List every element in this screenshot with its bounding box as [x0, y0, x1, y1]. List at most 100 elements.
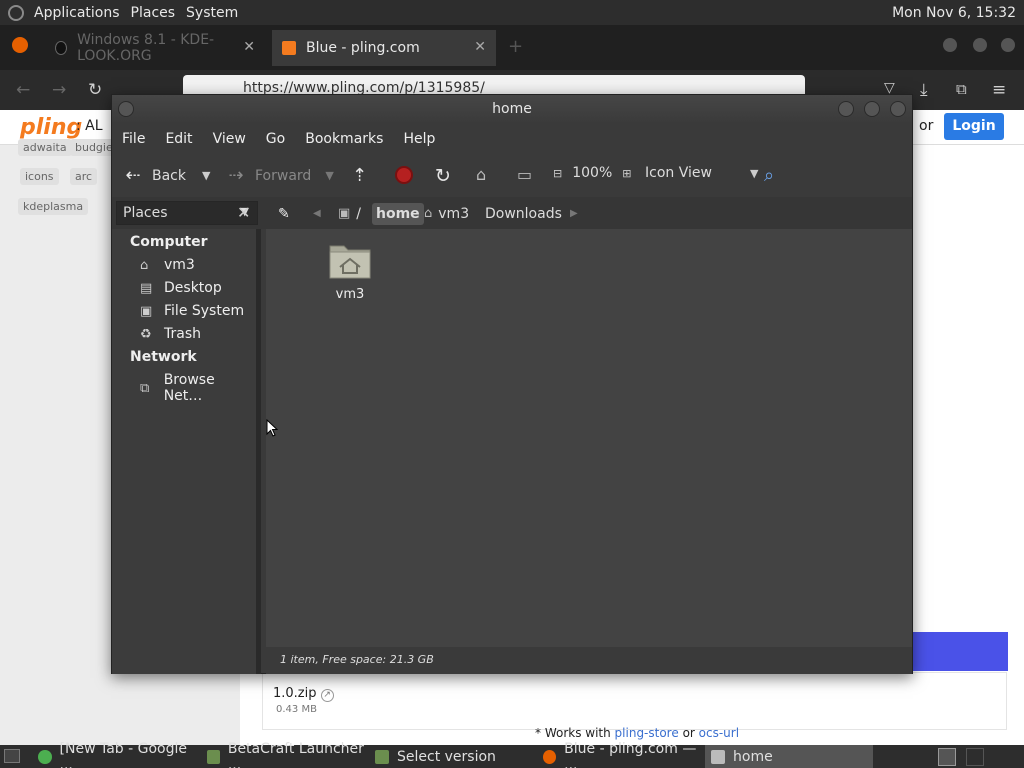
home-folder-icon: ⌂ [140, 257, 149, 273]
sidebar-item-desktop[interactable]: ▤ Desktop [140, 280, 222, 296]
sidebar-item-browse-network[interactable]: ⧉ Browse Net… [140, 372, 256, 404]
window-menu-icon[interactable] [118, 101, 134, 117]
pling-store-link[interactable]: pling-store [615, 726, 679, 740]
forward-arrow-icon[interactable]: → [52, 80, 66, 100]
stop-icon[interactable] [395, 166, 413, 184]
forward-button[interactable]: ⇢ Forward ▼ [225, 165, 333, 186]
task-chrome[interactable]: [New Tab - Google ... [32, 741, 200, 768]
firefox-tab-kde[interactable]: Windows 8.1 - KDE-LOOK.ORG ✕ [45, 30, 265, 66]
mouse-cursor-icon [266, 419, 278, 437]
menu-edit[interactable]: Edit [155, 131, 202, 147]
menu-hamburger-icon[interactable]: ≡ [992, 80, 1006, 100]
path-scroll-right-icon[interactable]: ▶ [566, 203, 582, 225]
distro-logo-icon[interactable] [8, 4, 24, 21]
minimize-icon[interactable] [838, 101, 854, 117]
firefox-icon[interactable] [12, 37, 28, 53]
download-row [262, 672, 1007, 730]
task-betacraft[interactable]: BetaCraft Launcher ... [201, 741, 369, 768]
maximize-icon[interactable] [864, 101, 880, 117]
zoom-control: ⊟ 100% ⊞ [553, 165, 631, 181]
open-link-icon[interactable]: ↗ [320, 689, 334, 702]
firefox-tab-bar: Windows 8.1 - KDE-LOOK.ORG ✕ Blue - plin… [0, 25, 1024, 70]
tag-arc[interactable]: arc [70, 168, 98, 185]
reload-icon[interactable]: ↻ [88, 80, 102, 100]
forward-history-dropdown-icon[interactable]: ▼ [325, 169, 333, 182]
zoom-in-icon[interactable]: ⊞ [622, 167, 631, 180]
task-home[interactable]: home [705, 745, 873, 768]
desktop-folder-icon: ▤ [140, 280, 153, 296]
tab-favicon-icon [282, 41, 296, 55]
close-sidebar-icon[interactable]: ✕ [237, 203, 250, 222]
tag-icons[interactable]: icons [20, 168, 59, 185]
sidebar-item-vm3[interactable]: ⌂ vm3 [140, 257, 195, 273]
downloads-icon[interactable]: ⤓ [920, 80, 928, 100]
close-icon[interactable] [890, 101, 906, 117]
sidebar-item-filesystem[interactable]: ▣ File System [140, 303, 244, 319]
home-icon[interactable]: ⌂ [476, 165, 486, 184]
tab-close-icon[interactable]: ✕ [243, 39, 255, 55]
path-scroll-left-icon[interactable]: ◀ [309, 203, 325, 225]
firefox-icon [543, 749, 557, 764]
view-mode-select[interactable]: Icon View ▼ [645, 165, 758, 181]
window-maximize-icon[interactable] [973, 38, 987, 52]
up-icon[interactable]: ⇡ [352, 165, 367, 186]
tab-close-icon[interactable]: ✕ [474, 39, 486, 55]
places-menu[interactable]: Places [129, 5, 185, 21]
toolbar: ⇠ Back ▼ ⇢ Forward ▼ ⇡ ↻ ⌂ ▭ ⊟ 100% ⊞ Ic… [112, 153, 912, 197]
ocs-url-link[interactable]: ocs-url [699, 726, 739, 740]
tag-kdeplasma[interactable]: kdeplasma [18, 198, 89, 215]
path-crumb-home[interactable]: home [372, 203, 424, 225]
search-icon[interactable]: ⌕ [764, 165, 774, 186]
sidebar-item-trash[interactable]: ♻ Trash [140, 326, 201, 342]
clock[interactable]: Mon Nov 6, 15:32 [892, 5, 1024, 21]
back-history-dropdown-icon[interactable]: ▼ [202, 169, 210, 182]
file-item-label[interactable]: vm3 [324, 287, 376, 302]
tab-label: Windows 8.1 - KDE-LOOK.ORG [77, 32, 215, 64]
edit-location-icon[interactable]: ✎ [274, 203, 294, 225]
window-close-icon[interactable] [1001, 38, 1015, 52]
header-nav-text: : AL [76, 118, 103, 134]
top-panel: Applications Places System Mon Nov 6, 15… [0, 0, 1024, 25]
back-arrow-icon[interactable]: ← [16, 80, 30, 100]
reload-icon[interactable]: ↻ [435, 165, 451, 187]
folder-icon [711, 749, 725, 764]
menu-go[interactable]: Go [256, 131, 295, 147]
firefox-tab-pling[interactable]: Blue - pling.com ✕ [272, 30, 496, 66]
menu-file[interactable]: File [112, 131, 155, 147]
places-sidebar: Computer ⌂ vm3 ▤ Desktop ▣ File System ♻… [112, 229, 261, 674]
computer-icon[interactable]: ▭ [517, 165, 532, 184]
back-arrow-icon: ⇠ [125, 165, 141, 186]
menu-view[interactable]: View [203, 131, 256, 147]
home-folder-icon[interactable] [328, 240, 372, 280]
zoom-level[interactable]: 100% [572, 165, 612, 181]
path-crumb-vm3[interactable]: ⌂ vm3 [420, 203, 473, 225]
pling-logo[interactable]: pling [20, 115, 82, 140]
sidebar-heading-network: Network [130, 349, 197, 365]
tag-adwaita[interactable]: adwaita [18, 139, 72, 156]
menubar: File Edit View Go Bookmarks Help [112, 124, 912, 153]
chevron-down-icon: ▼ [749, 166, 759, 180]
menu-help[interactable]: Help [393, 131, 445, 147]
download-button[interactable] [912, 632, 1008, 671]
show-desktop-icon[interactable] [4, 749, 20, 763]
login-button[interactable]: Login [944, 113, 1004, 140]
extensions-icon[interactable]: ⧉ [956, 80, 967, 98]
window-titlebar[interactable]: home [112, 95, 912, 124]
system-menu[interactable]: System [184, 5, 247, 21]
applications-menu[interactable]: Applications [32, 5, 129, 21]
workspace-2-icon[interactable] [966, 748, 984, 766]
window-minimize-icon[interactable] [943, 38, 957, 52]
task-select-version[interactable]: Select version [369, 745, 537, 768]
taskbar: [New Tab - Google ... BetaCraft Launcher… [0, 741, 1024, 768]
location-bar-row: Places ▼ ✕ ✎ ◀ ▣ / home ⌂ vm3 Downloads … [112, 197, 912, 229]
back-button[interactable]: ⇠ Back ▼ [122, 165, 210, 186]
zoom-out-icon[interactable]: ⊟ [553, 167, 562, 180]
task-firefox[interactable]: Blue - pling.com — ... [537, 741, 705, 768]
download-file-name[interactable]: 1.0.zip ↗ [273, 686, 334, 702]
workspace-switcher-icon[interactable] [938, 748, 956, 766]
menu-bookmarks[interactable]: Bookmarks [295, 131, 393, 147]
path-crumb-downloads[interactable]: Downloads [481, 203, 566, 225]
new-tab-icon[interactable]: + [508, 36, 523, 57]
statusbar: 1 item, Free space: 21.3 GB [266, 647, 912, 674]
path-crumb-root[interactable]: ▣ / [334, 203, 365, 225]
